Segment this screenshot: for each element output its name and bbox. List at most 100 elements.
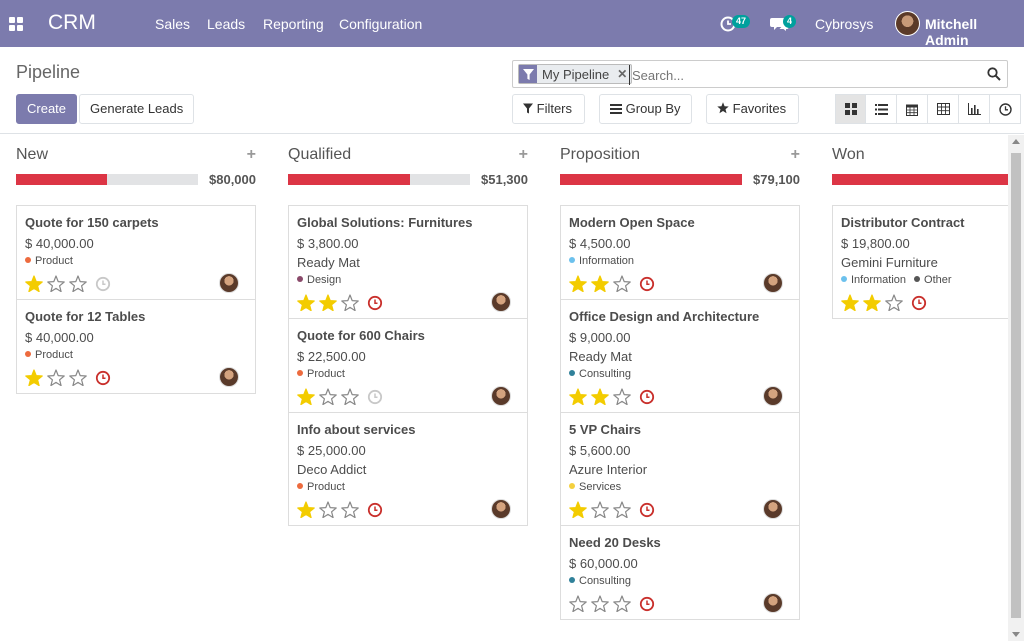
scroll-down-arrow[interactable] xyxy=(1012,632,1020,637)
column-progress-bar[interactable] xyxy=(832,174,1024,185)
app-brand[interactable]: CRM xyxy=(48,11,96,35)
favorites-button[interactable]: Favorites xyxy=(706,94,799,124)
activity-clock-icon[interactable] xyxy=(367,389,383,405)
vertical-scrollbar[interactable] xyxy=(1008,135,1024,641)
column-quick-create-icon[interactable]: + xyxy=(791,146,800,164)
star-filled-icon[interactable] xyxy=(25,369,43,386)
filters-button[interactable]: Filters xyxy=(512,94,585,124)
salesperson-avatar[interactable] xyxy=(491,386,511,406)
activity-clock-icon[interactable] xyxy=(639,596,655,612)
apps-menu-icon[interactable] xyxy=(9,17,23,31)
column-title[interactable]: Won xyxy=(832,146,865,164)
company-switcher[interactable]: Cybrosys xyxy=(815,16,873,32)
activity-clock-icon[interactable] xyxy=(367,295,383,311)
kanban-card[interactable]: Info about services $ 25,000.00 Deco Add… xyxy=(289,413,527,525)
star-filled-icon[interactable] xyxy=(297,388,315,405)
calendar-view-button[interactable] xyxy=(897,94,928,124)
star-empty-icon[interactable] xyxy=(341,388,359,405)
star-empty-icon[interactable] xyxy=(591,501,609,518)
star-empty-icon[interactable] xyxy=(613,275,631,292)
kanban-card[interactable]: Need 20 Desks $ 60,000.00 Consulting xyxy=(561,526,799,619)
activity-view-button[interactable] xyxy=(990,94,1021,124)
salesperson-avatar[interactable] xyxy=(491,292,511,312)
generate-leads-button[interactable]: Generate Leads xyxy=(79,94,195,124)
column-quick-create-icon[interactable]: + xyxy=(519,146,528,164)
facet-label: My Pipeline xyxy=(542,66,610,82)
star-filled-icon[interactable] xyxy=(591,388,609,405)
user-avatar[interactable] xyxy=(895,11,920,36)
star-empty-icon[interactable] xyxy=(69,275,87,292)
menu-leads[interactable]: Leads xyxy=(207,16,245,32)
card-footer xyxy=(569,269,791,299)
activity-clock-icon[interactable] xyxy=(95,276,111,292)
group-by-button[interactable]: Group By xyxy=(599,94,692,124)
star-empty-icon[interactable] xyxy=(613,388,631,405)
activity-clock-icon[interactable] xyxy=(95,370,111,386)
menu-configuration[interactable]: Configuration xyxy=(339,16,422,32)
star-filled-icon[interactable] xyxy=(569,501,587,518)
kanban-card[interactable]: 5 VP Chairs $ 5,600.00 Azure Interior Se… xyxy=(561,413,799,526)
list-view-button[interactable] xyxy=(866,94,897,124)
star-filled-icon[interactable] xyxy=(569,388,587,405)
star-empty-icon[interactable] xyxy=(47,369,65,386)
star-filled-icon[interactable] xyxy=(297,294,315,311)
star-empty-icon[interactable] xyxy=(341,294,359,311)
salesperson-avatar[interactable] xyxy=(219,367,239,387)
kanban-card[interactable]: Office Design and Architecture $ 9,000.0… xyxy=(561,300,799,413)
star-empty-icon[interactable] xyxy=(569,595,587,612)
kanban-card[interactable]: Distributor Contract $ 19,800.00 Gemini … xyxy=(833,206,1024,318)
activity-clock-icon[interactable] xyxy=(639,389,655,405)
star-empty-icon[interactable] xyxy=(591,595,609,612)
salesperson-avatar[interactable] xyxy=(219,273,239,293)
graph-view-button[interactable] xyxy=(959,94,990,124)
salesperson-avatar[interactable] xyxy=(763,386,783,406)
activity-clock-icon[interactable] xyxy=(639,502,655,518)
salesperson-avatar[interactable] xyxy=(491,499,511,519)
column-progress-bar[interactable] xyxy=(560,174,742,185)
priority-stars xyxy=(569,388,631,405)
star-empty-icon[interactable] xyxy=(341,501,359,518)
star-empty-icon[interactable] xyxy=(885,294,903,311)
scroll-thumb[interactable] xyxy=(1011,153,1021,618)
star-empty-icon[interactable] xyxy=(69,369,87,386)
star-filled-icon[interactable] xyxy=(25,275,43,292)
kanban-card[interactable]: Quote for 12 Tables $ 40,000.00 Product xyxy=(17,300,255,393)
salesperson-avatar[interactable] xyxy=(763,273,783,293)
star-empty-icon[interactable] xyxy=(613,501,631,518)
column-progress-bar[interactable] xyxy=(288,174,470,185)
salesperson-avatar[interactable] xyxy=(763,593,783,613)
activity-clock-icon[interactable] xyxy=(367,502,383,518)
menu-sales[interactable]: Sales xyxy=(155,16,190,32)
kanban-view-button[interactable] xyxy=(835,94,866,124)
filter-icon xyxy=(523,103,533,114)
column-title[interactable]: New xyxy=(16,146,48,164)
star-filled-icon[interactable] xyxy=(297,501,315,518)
column-title[interactable]: Proposition xyxy=(560,146,640,164)
column-quick-create-icon[interactable]: + xyxy=(247,146,256,164)
star-filled-icon[interactable] xyxy=(569,275,587,292)
user-menu[interactable]: Mitchell Admin xyxy=(925,16,1024,48)
activity-clock-icon[interactable] xyxy=(639,276,655,292)
star-empty-icon[interactable] xyxy=(613,595,631,612)
star-filled-icon[interactable] xyxy=(319,294,337,311)
kanban-card[interactable]: Global Solutions: Furnitures $ 3,800.00 … xyxy=(289,206,527,319)
star-filled-icon[interactable] xyxy=(841,294,859,311)
column-progress-bar[interactable] xyxy=(16,174,198,185)
kanban-card[interactable]: Quote for 600 Chairs $ 22,500.00 Product xyxy=(289,319,527,413)
star-empty-icon[interactable] xyxy=(319,388,337,405)
menu-reporting[interactable]: Reporting xyxy=(263,16,324,32)
kanban-card[interactable]: Quote for 150 carpets $ 40,000.00 Produc… xyxy=(17,206,255,300)
activity-clock-icon[interactable] xyxy=(911,295,927,311)
star-empty-icon[interactable] xyxy=(319,501,337,518)
salesperson-avatar[interactable] xyxy=(763,499,783,519)
star-empty-icon[interactable] xyxy=(47,275,65,292)
scroll-up-arrow[interactable] xyxy=(1012,139,1020,144)
pivot-view-button[interactable] xyxy=(928,94,959,124)
search-input[interactable] xyxy=(629,65,979,85)
create-button[interactable]: Create xyxy=(16,94,78,124)
search-icon[interactable] xyxy=(987,67,1001,81)
star-filled-icon[interactable] xyxy=(591,275,609,292)
kanban-card[interactable]: Modern Open Space $ 4,500.00 Information xyxy=(561,206,799,300)
column-title[interactable]: Qualified xyxy=(288,146,351,164)
star-filled-icon[interactable] xyxy=(863,294,881,311)
